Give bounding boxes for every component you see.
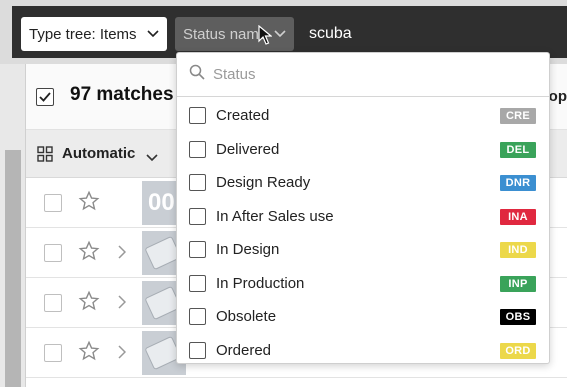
status-option-checkbox[interactable] [189,241,206,259]
status-option-checkbox[interactable] [189,308,206,326]
chevron-right-icon[interactable] [118,345,127,364]
status-option-label: Ordered [216,341,272,359]
chevron-right-icon[interactable] [118,245,127,264]
status-code-badge: IND [500,242,536,258]
search-icon [189,64,205,85]
search-bar: Type tree: Items Status name scuba [12,6,567,58]
type-tree-dropdown[interactable]: Type tree: Items [21,17,167,51]
status-dropdown-menu: Created CRE Delivered DEL Design Ready DNR In … [176,52,550,364]
left-scroll-rail [0,64,26,387]
row-checkbox[interactable] [44,194,62,212]
status-code-badge: INA [500,208,536,225]
status-option-cre[interactable]: Created CRE [177,99,549,133]
type-tree-label: Type tree: Items [29,25,137,43]
status-option-obs[interactable]: Obsolete OBS [177,300,549,334]
row-checkbox[interactable] [44,294,62,312]
status-option-label: Design Ready [216,174,311,192]
status-option-label: Delivered [216,140,280,158]
status-option-label: In Design [216,241,280,259]
status-name-label: Status name [183,25,268,43]
mouse-cursor-icon [258,24,273,50]
header-action-fragment[interactable]: op [549,88,567,105]
status-code-badge: DNR [500,175,536,191]
chevron-down-icon [147,30,159,38]
status-option-label: In After Sales use [216,207,334,225]
status-option-ind[interactable]: In Design IND [177,233,549,267]
status-option-label: Obsolete [216,308,277,326]
status-search-input[interactable] [213,66,513,83]
status-option-checkbox[interactable] [189,274,206,292]
row-checkbox[interactable] [44,344,62,362]
status-option-checkbox[interactable] [189,107,206,125]
status-code-badge: CRE [500,108,536,124]
chevron-down-icon [274,30,286,38]
chevron-right-icon[interactable] [118,295,127,314]
star-icon[interactable] [78,240,100,267]
star-icon[interactable] [78,340,100,367]
status-name-dropdown[interactable]: Status name [175,17,294,51]
status-option-dnr[interactable]: Design Ready DNR [177,166,549,200]
scrollbar-thumb[interactable] [5,150,21,387]
star-icon[interactable] [78,190,100,217]
status-option-label: Created [216,107,270,125]
search-query[interactable]: scuba [309,17,352,51]
thumbnail-text: 00 [148,189,175,216]
row-checkbox[interactable] [44,244,62,262]
select-all-checkbox[interactable] [36,88,54,106]
status-option-ina[interactable]: In After Sales use INA [177,200,549,234]
status-option-label: In Production [216,274,305,292]
status-option-inp[interactable]: In Production INP [177,267,549,301]
status-option-checkbox[interactable] [189,140,206,158]
status-option-checkbox[interactable] [189,341,206,359]
view-mode-label[interactable]: Automatic [62,145,135,162]
status-option-del[interactable]: Delivered DEL [177,133,549,167]
status-code-badge: ORD [500,342,536,359]
status-code-badge: DEL [500,141,536,158]
chevron-down-icon[interactable] [146,149,158,167]
status-option-ord[interactable]: Ordered ORD [177,334,549,368]
status-search-box [177,53,549,97]
matches-count: 97 matches [70,84,174,105]
status-code-badge: INP [500,275,536,292]
status-code-badge: OBS [500,309,536,325]
status-option-checkbox[interactable] [189,174,206,192]
status-option-checkbox[interactable] [189,207,206,225]
grid-view-icon [37,146,53,167]
star-icon[interactable] [78,290,100,317]
